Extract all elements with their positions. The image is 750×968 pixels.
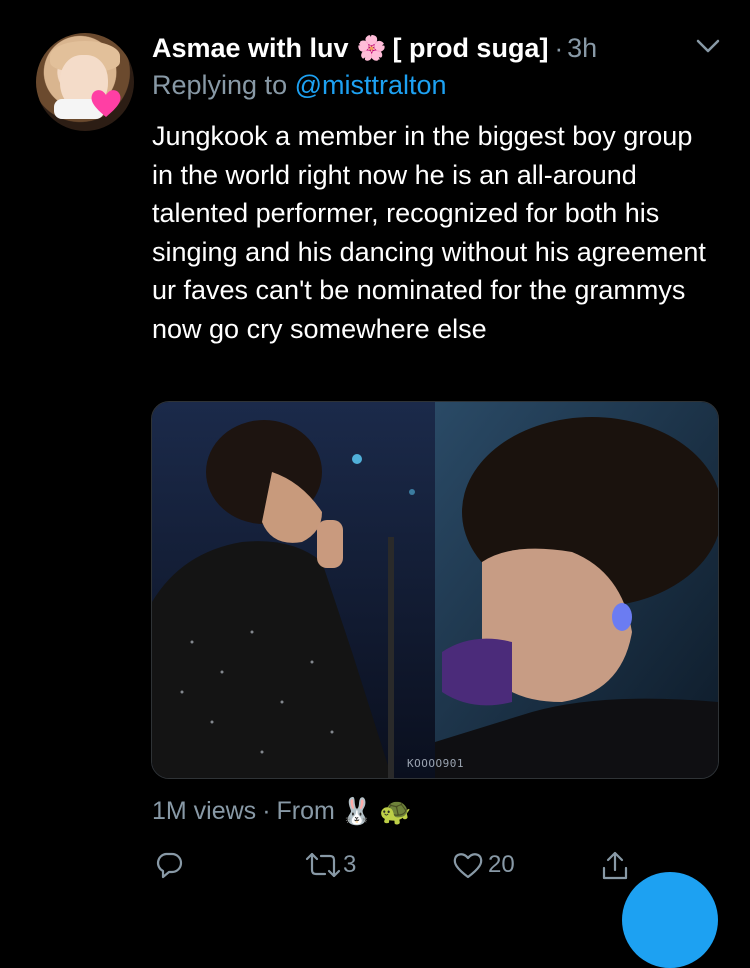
media-photo bbox=[152, 402, 718, 778]
meta-separator: · bbox=[262, 797, 271, 825]
reply-button[interactable] bbox=[154, 850, 184, 880]
author-avatar[interactable] bbox=[36, 33, 134, 131]
heart-sticker-icon bbox=[91, 90, 121, 117]
cherry-blossom-emoji: 🌸 bbox=[356, 34, 387, 62]
share-icon bbox=[602, 851, 628, 880]
replying-to-label: Replying to bbox=[152, 70, 288, 100]
from-emoji-turtle: 🐢 bbox=[379, 796, 412, 826]
media-watermark: KOOOO901 bbox=[407, 757, 464, 770]
retweet-button[interactable]: 3 bbox=[305, 850, 356, 880]
author-name[interactable]: Asmae with luv bbox=[152, 33, 349, 64]
view-count: 1M views bbox=[152, 797, 257, 825]
reply-handle-link[interactable]: @misttralton bbox=[295, 70, 447, 100]
tweet-media-image[interactable]: KOOOO901 bbox=[151, 401, 719, 779]
like-icon bbox=[453, 853, 483, 879]
share-button[interactable] bbox=[600, 850, 630, 882]
tweet-timestamp[interactable]: 3h bbox=[567, 33, 597, 64]
chevron-down-icon[interactable] bbox=[694, 36, 722, 56]
like-button[interactable]: 20 bbox=[452, 850, 515, 880]
author-name-suffix[interactable]: [ prod suga] bbox=[392, 33, 548, 64]
reply-icon bbox=[156, 852, 183, 879]
like-count: 20 bbox=[488, 851, 515, 878]
header-separator: · bbox=[554, 32, 564, 63]
tweet-header: Asmae with luv 🌸 [ prod suga] · 3h bbox=[152, 30, 597, 66]
retweet-icon bbox=[305, 852, 341, 878]
tweet-meta: 1M views · From 🐰 🐢 bbox=[152, 796, 412, 827]
compose-fab-button[interactable] bbox=[622, 872, 718, 968]
replying-to: Replying to @misttralton bbox=[152, 70, 447, 101]
from-label: From bbox=[276, 797, 335, 825]
tweet-text: Jungkook a member in the biggest boy gro… bbox=[152, 121, 706, 344]
retweet-count: 3 bbox=[343, 851, 357, 878]
from-emoji-rabbit: 🐰 bbox=[340, 796, 374, 826]
